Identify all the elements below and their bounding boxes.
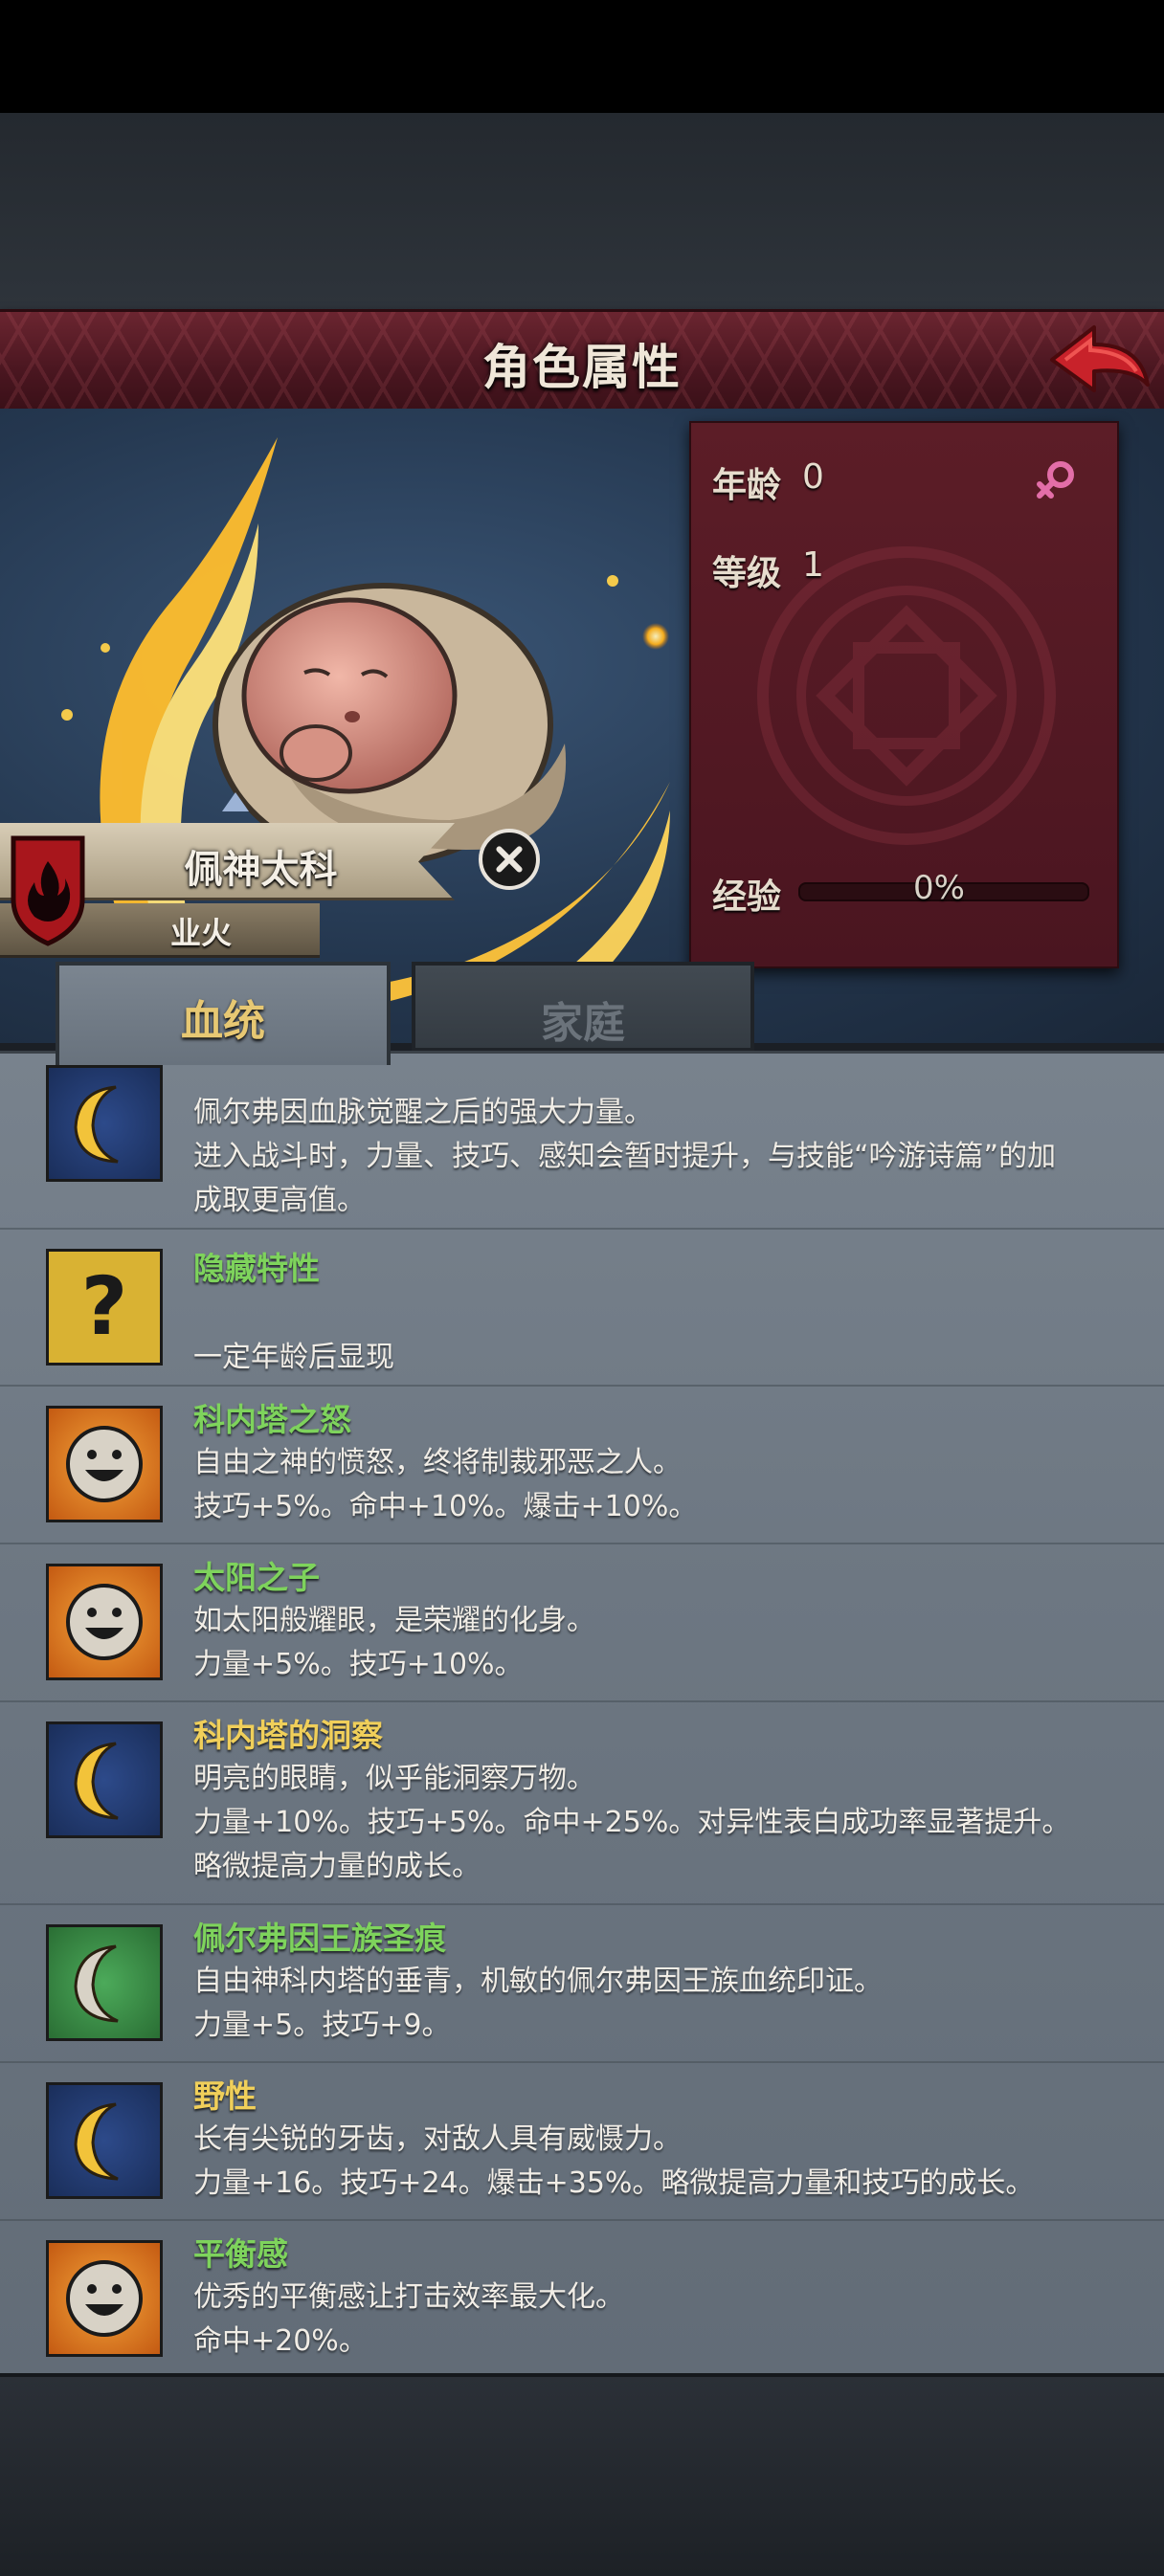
moon-icon xyxy=(46,1065,163,1182)
trait-description: 一定年龄后显现 xyxy=(193,1341,394,1374)
back-arrow-icon[interactable] xyxy=(1044,318,1154,402)
exp-label: 经验 xyxy=(712,877,782,917)
trait-name: 平衡感 xyxy=(193,2235,288,2273)
trait-description: 成取更高值。 xyxy=(193,1184,366,1217)
trait-row: 太阳之子 如太阳般耀眼，是荣耀的化身。 力量+5%。技巧+10%。 xyxy=(0,1543,1164,1702)
age-label: 年龄 xyxy=(712,466,782,505)
smiley-icon xyxy=(46,1406,163,1522)
trait-description: 命中+20%。 xyxy=(193,2324,368,2358)
trait-description: 优秀的平衡感让打击效率最大化。 xyxy=(193,2280,624,2314)
trait-row: ? 隐藏特性 一定年龄后显现 xyxy=(0,1228,1164,1387)
smiley-icon xyxy=(46,2240,163,2357)
trait-description: 自由神科内塔的垂青，机敏的佩尔弗因王族血统印证。 xyxy=(193,1965,883,1998)
tab-family[interactable]: 家庭 xyxy=(412,962,754,1052)
stats-panel: 年龄 0 等级 1 经验 0% xyxy=(689,421,1119,968)
trait-description: 力量+16。技巧+24。爆击+35%。略微提高力量和技巧的成长。 xyxy=(193,2166,1035,2200)
tab-bloodline[interactable]: 血统 xyxy=(56,962,391,1065)
moon-icon xyxy=(46,1924,163,2041)
name-pointer-icon xyxy=(222,792,249,811)
trait-row: 佩尔弗因血脉觉醒之后的强大力量。 进入战斗时，力量、技巧、感知会暂时提升，与技能… xyxy=(0,1054,1164,1228)
level-label: 等级 xyxy=(712,554,782,593)
page-title: 角色属性 xyxy=(482,340,682,395)
smiley-icon xyxy=(46,1564,163,1680)
header-bar: 角色属性 xyxy=(0,309,1164,413)
bottom-background xyxy=(0,2373,1164,2576)
trait-description: 力量+10%。技巧+5%。命中+25%。对异性表白成功率显著提升。 xyxy=(193,1806,1071,1839)
trait-description: 明亮的眼睛，似乎能洞察万物。 xyxy=(193,1762,595,1795)
status-bar xyxy=(0,0,1164,113)
fire-shield-icon xyxy=(11,835,85,946)
trait-row: 科内塔之怒 自由之神的愤怒，终将制裁邪恶之人。 技巧+5%。命中+10%。爆击+… xyxy=(0,1385,1164,1544)
trait-description: 佩尔弗因血脉觉醒之后的强大力量。 xyxy=(193,1096,653,1129)
svg-text:?: ? xyxy=(81,1259,128,1353)
trait-name: 佩尔弗因王族圣痕 xyxy=(193,1920,446,1957)
trait-description: 如太阳般耀眼，是荣耀的化身。 xyxy=(193,1604,595,1637)
celtic-knot-emblem xyxy=(757,546,1056,845)
trait-description: 长有尖锐的牙齿，对敌人具有威慑力。 xyxy=(193,2122,682,2156)
trait-row: 平衡感 优秀的平衡感让打击效率最大化。 命中+20%。 xyxy=(0,2219,1164,2376)
trait-description: 略微提高力量的成长。 xyxy=(193,1850,481,1883)
trait-description: 进入战斗时，力量、技巧、感知会暂时提升，与技能“吟游诗篇”的加 xyxy=(193,1140,1057,1173)
trait-description: 技巧+5%。命中+10%。爆击+10%。 xyxy=(193,1490,698,1523)
trait-name: 隐藏特性 xyxy=(193,1250,320,1287)
trait-description: 力量+5。技巧+9。 xyxy=(193,2009,451,2042)
trait-name: 野性 xyxy=(193,2077,257,2115)
trait-row: 科内塔的洞察 明亮的眼睛，似乎能洞察万物。 力量+10%。技巧+5%。命中+25… xyxy=(0,1700,1164,1905)
baby-portrait xyxy=(213,583,567,866)
trait-name: 太阳之子 xyxy=(193,1559,320,1596)
exp-value: 0% xyxy=(913,869,965,907)
female-gender-icon xyxy=(1037,461,1074,499)
trait-description: 力量+5%。技巧+10%。 xyxy=(193,1648,524,1681)
moon-icon xyxy=(46,1721,163,1838)
trait-name: 科内塔的洞察 xyxy=(193,1717,383,1754)
top-background xyxy=(0,113,1164,309)
age-value: 0 xyxy=(802,457,824,497)
moon-icon xyxy=(46,2082,163,2199)
close-icon[interactable] xyxy=(479,829,540,890)
trait-row: 佩尔弗因王族圣痕 自由神科内塔的垂青，机敏的佩尔弗因王族血统印证。 力量+5。技… xyxy=(0,1903,1164,2063)
character-title: 业火 xyxy=(169,915,232,951)
level-value: 1 xyxy=(802,545,824,585)
trait-list[interactable]: 佩尔弗因血脉觉醒之后的强大力量。 进入战斗时，力量、技巧、感知会暂时提升，与技能… xyxy=(0,1051,1164,2376)
trait-description: 自由之神的愤怒，终将制裁邪恶之人。 xyxy=(193,1446,682,1479)
trait-name: 科内塔之怒 xyxy=(193,1401,351,1438)
trait-row: 野性 长有尖锐的牙齿，对敌人具有威慑力。 力量+16。技巧+24。爆击+35%。… xyxy=(0,2061,1164,2221)
question-mark-icon: ? xyxy=(46,1249,163,1366)
